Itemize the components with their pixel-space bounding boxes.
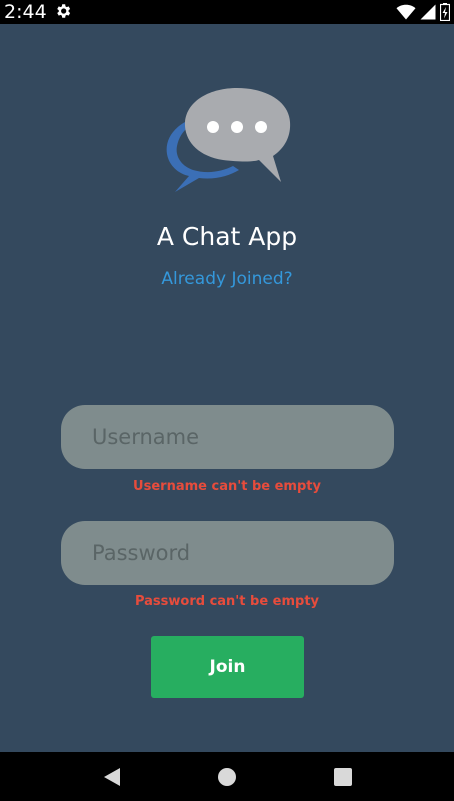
- status-time: 2:44: [4, 1, 47, 23]
- recents-icon: [334, 767, 352, 786]
- login-screen: 2:44 A Chat App Already Joined? Username…: [0, 0, 454, 801]
- home-button[interactable]: [197, 752, 257, 801]
- join-button[interactable]: Join: [151, 636, 304, 698]
- username-error: Username can't be empty: [133, 479, 321, 494]
- recents-button[interactable]: [313, 752, 373, 801]
- settings-gear-icon: [57, 4, 71, 18]
- app-title: A Chat App: [156, 222, 298, 251]
- status-icons: [396, 2, 450, 22]
- password-input[interactable]: [61, 521, 394, 585]
- battery-icon: [440, 3, 450, 21]
- cellular-signal-icon: [420, 4, 436, 20]
- status-bar: 2:44: [0, 0, 454, 24]
- password-error: Password can't be empty: [134, 594, 320, 609]
- chat-bubbles-icon: [166, 88, 291, 192]
- already-joined-link[interactable]: Already Joined?: [0, 267, 454, 291]
- back-button[interactable]: [82, 752, 142, 801]
- navigation-bar: [0, 752, 454, 801]
- home-icon: [218, 767, 236, 786]
- back-icon: [104, 767, 120, 786]
- username-input[interactable]: [61, 405, 394, 469]
- wifi-icon: [396, 4, 416, 20]
